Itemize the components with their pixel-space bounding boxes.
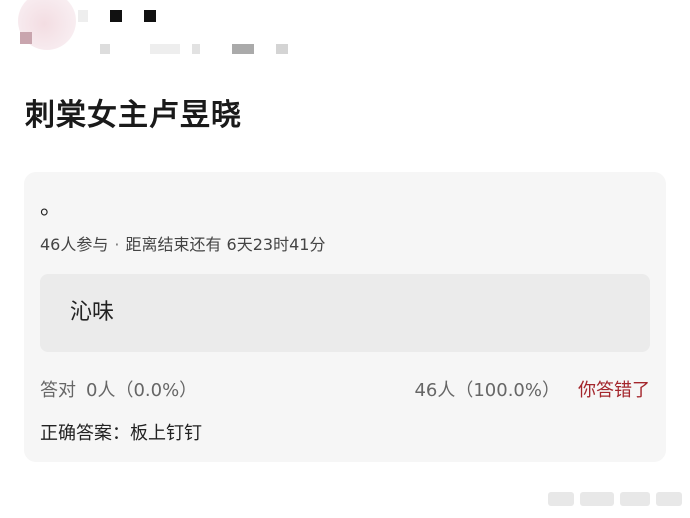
watermark — [548, 488, 684, 510]
wrong-count: 46人（100.0%） — [414, 380, 560, 401]
quiz-option-label: 沁味 — [70, 300, 115, 325]
time-remaining: 距离结束还有 6天23时41分 — [125, 235, 326, 254]
participant-count: 46人参与 — [40, 235, 109, 254]
post-title: 刺棠女主卢昱晓 — [25, 98, 242, 133]
separator-dot: · — [114, 235, 120, 254]
meta-blur — [192, 44, 200, 54]
meta-blur — [232, 44, 254, 54]
watermark-blur — [656, 492, 682, 506]
watermark-blur — [548, 492, 574, 506]
username-blur — [78, 10, 88, 22]
meta-blur — [276, 44, 288, 54]
post-page: 刺棠女主卢昱晓 。 46人参与 · 距离结束还有 6天23时41分 沁味 答对 0人（… — [0, 0, 690, 518]
correct-label: 答对 — [40, 380, 76, 401]
username-blur — [144, 10, 156, 22]
watermark-blur — [580, 492, 614, 506]
quiz-card: 。 46人参与 · 距离结束还有 6天23时41分 沁味 答对 0人（0.0%） 46… — [24, 172, 666, 462]
wrong-result: 46人（100.0%） 你答错了 — [414, 379, 650, 403]
correct-answer: 正确答案：板上钉钉 — [40, 422, 202, 446]
result-status: 你答错了 — [578, 380, 650, 401]
answer-value: 板上钉钉 — [130, 423, 202, 444]
correct-result: 答对 0人（0.0%） — [40, 379, 197, 403]
username-blur — [110, 10, 122, 22]
quiz-question: 。 — [40, 195, 63, 220]
answer-label: 正确答案： — [40, 423, 130, 444]
watermark-blur — [620, 492, 650, 506]
correct-count: 0人（0.0%） — [86, 380, 198, 401]
user-header — [0, 0, 690, 70]
meta-blur — [150, 44, 180, 54]
avatar-pixel — [20, 32, 32, 44]
quiz-option[interactable]: 沁味 — [40, 274, 650, 352]
quiz-stats: 46人参与 · 距离结束还有 6天23时41分 — [40, 234, 325, 256]
meta-blur — [100, 44, 110, 54]
